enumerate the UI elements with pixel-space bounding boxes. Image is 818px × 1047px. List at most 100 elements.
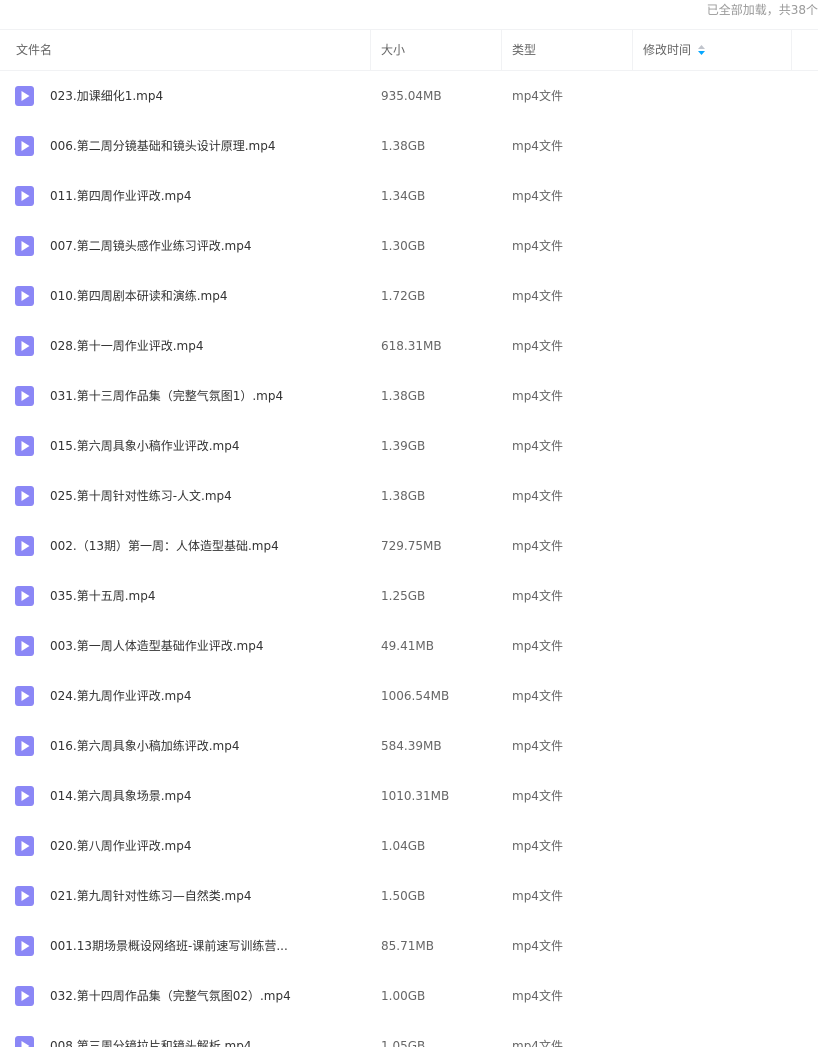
video-file-icon	[15, 336, 34, 356]
file-type: mp4文件	[512, 339, 563, 353]
file-row[interactable]: 016.第六周具象小稿加练评改.mp4 584.39MB mp4文件	[0, 721, 818, 771]
file-row[interactable]: 003.第一周人体造型基础作业评改.mp4 49.41MB mp4文件	[0, 621, 818, 671]
column-header-modified[interactable]: 修改时间	[633, 30, 792, 70]
file-name[interactable]: 016.第六周具象小稿加练评改.mp4	[50, 721, 239, 771]
file-type: mp4文件	[512, 1039, 563, 1047]
file-row[interactable]: 024.第九周作业评改.mp4 1006.54MB mp4文件	[0, 671, 818, 721]
video-file-icon	[15, 836, 34, 856]
file-name[interactable]: 010.第四周剧本研读和演练.mp4	[50, 271, 227, 321]
file-size: 1.04GB	[381, 839, 426, 853]
file-name[interactable]: 028.第十一周作业评改.mp4	[50, 321, 203, 371]
video-file-icon	[15, 736, 34, 756]
video-file-icon	[15, 286, 34, 306]
file-type: mp4文件	[512, 639, 563, 653]
file-name[interactable]: 023.加课细化1.mp4	[50, 71, 163, 121]
file-row[interactable]: 015.第六周具象小稿作业评改.mp4 1.39GB mp4文件	[0, 421, 818, 471]
file-name[interactable]: 024.第九周作业评改.mp4	[50, 671, 191, 721]
file-row[interactable]: 006.第二周分镜基础和镜头设计原理.mp4 1.38GB mp4文件	[0, 121, 818, 171]
file-name[interactable]: 031.第十三周作品集（完整气氛图1）.mp4	[50, 371, 283, 421]
file-size: 1.34GB	[381, 189, 426, 203]
video-file-icon	[15, 986, 34, 1006]
file-row[interactable]: 010.第四周剧本研读和演练.mp4 1.72GB mp4文件	[0, 271, 818, 321]
load-status-text: 已全部加载，共38个	[706, 3, 818, 17]
file-type: mp4文件	[512, 439, 563, 453]
file-type: mp4文件	[512, 839, 563, 853]
file-name[interactable]: 015.第六周具象小稿作业评改.mp4	[50, 421, 239, 471]
file-name[interactable]: 035.第十五周.mp4	[50, 571, 155, 621]
column-header-type[interactable]: 类型	[502, 30, 633, 70]
video-file-icon	[15, 1036, 34, 1047]
file-size: 49.41MB	[381, 639, 434, 653]
file-row[interactable]: 025.第十周针对性练习-人文.mp4 1.38GB mp4文件	[0, 471, 818, 521]
file-size: 1.05GB	[381, 1039, 426, 1047]
file-name[interactable]: 032.第十四周作品集（完整气氛图02）.mp4	[50, 971, 291, 1021]
column-header-size[interactable]: 大小	[371, 30, 502, 70]
file-name[interactable]: 002.（13期）第一周：人体造型基础.mp4	[50, 521, 279, 571]
sort-toggle-icon[interactable]	[698, 44, 706, 55]
file-type: mp4文件	[512, 489, 563, 503]
file-type: mp4文件	[512, 589, 563, 603]
file-type: mp4文件	[512, 189, 563, 203]
file-name[interactable]: 011.第四周作业评改.mp4	[50, 171, 191, 221]
column-header-modified-label: 修改时间	[643, 43, 692, 57]
file-row[interactable]: 023.加课细化1.mp4 935.04MB mp4文件	[0, 71, 818, 121]
file-name[interactable]: 007.第二周镜头感作业练习评改.mp4	[50, 221, 251, 271]
video-file-icon	[15, 686, 34, 706]
file-list-header: 文件名 大小 类型 修改时间	[0, 29, 818, 71]
file-size: 1.38GB	[381, 389, 426, 403]
video-file-icon	[15, 86, 34, 106]
file-name[interactable]: 003.第一周人体造型基础作业评改.mp4	[50, 621, 263, 671]
file-row[interactable]: 007.第二周镜头感作业练习评改.mp4 1.30GB mp4文件	[0, 221, 818, 271]
video-file-icon	[15, 786, 34, 806]
file-row[interactable]: 020.第八周作业评改.mp4 1.04GB mp4文件	[0, 821, 818, 871]
file-row[interactable]: 031.第十三周作品集（完整气氛图1）.mp4 1.38GB mp4文件	[0, 371, 818, 421]
file-type: mp4文件	[512, 289, 563, 303]
file-type: mp4文件	[512, 689, 563, 703]
file-size: 1.00GB	[381, 989, 426, 1003]
file-size: 1006.54MB	[381, 689, 450, 703]
file-size: 1.25GB	[381, 589, 426, 603]
file-size: 584.39MB	[381, 739, 442, 753]
file-size: 935.04MB	[381, 89, 442, 103]
file-type: mp4文件	[512, 239, 563, 253]
video-file-icon	[15, 436, 34, 456]
video-file-icon	[15, 236, 34, 256]
file-type: mp4文件	[512, 989, 563, 1003]
file-size: 1.72GB	[381, 289, 426, 303]
video-file-icon	[15, 636, 34, 656]
file-row[interactable]: 028.第十一周作业评改.mp4 618.31MB mp4文件	[0, 321, 818, 371]
file-size: 1.30GB	[381, 239, 426, 253]
file-size: 618.31MB	[381, 339, 442, 353]
file-row[interactable]: 002.（13期）第一周：人体造型基础.mp4 729.75MB mp4文件	[0, 521, 818, 571]
column-header-name[interactable]: 文件名	[0, 30, 371, 70]
video-file-icon	[15, 186, 34, 206]
file-name[interactable]: 001.13期场景概设网络班-课前速写训练营...	[50, 921, 288, 971]
video-file-icon	[15, 936, 34, 956]
file-row[interactable]: 032.第十四周作品集（完整气氛图02）.mp4 1.00GB mp4文件	[0, 971, 818, 1021]
file-type: mp4文件	[512, 539, 563, 553]
file-type: mp4文件	[512, 789, 563, 803]
video-file-icon	[15, 536, 34, 556]
file-row[interactable]: 021.第九周针对性练习—自然类.mp4 1.50GB mp4文件	[0, 871, 818, 921]
file-type: mp4文件	[512, 939, 563, 953]
file-size: 729.75MB	[381, 539, 442, 553]
file-name[interactable]: 006.第二周分镜基础和镜头设计原理.mp4	[50, 121, 275, 171]
file-name[interactable]: 025.第十周针对性练习-人文.mp4	[50, 471, 232, 521]
video-file-icon	[15, 886, 34, 906]
file-row[interactable]: 035.第十五周.mp4 1.25GB mp4文件	[0, 571, 818, 621]
file-name[interactable]: 020.第八周作业评改.mp4	[50, 821, 191, 871]
file-size: 1.50GB	[381, 889, 426, 903]
file-type: mp4文件	[512, 889, 563, 903]
file-row[interactable]: 001.13期场景概设网络班-课前速写训练营... 85.71MB mp4文件	[0, 921, 818, 971]
file-size: 85.71MB	[381, 939, 434, 953]
video-file-icon	[15, 386, 34, 406]
video-file-icon	[15, 136, 34, 156]
file-type: mp4文件	[512, 739, 563, 753]
video-file-icon	[15, 486, 34, 506]
file-row[interactable]: 014.第六周具象场景.mp4 1010.31MB mp4文件	[0, 771, 818, 821]
file-row[interactable]: 011.第四周作业评改.mp4 1.34GB mp4文件	[0, 171, 818, 221]
file-row[interactable]: 008.第三周分镜拉片和镜头解析.mp4 1.05GB mp4文件	[0, 1021, 818, 1047]
file-name[interactable]: 014.第六周具象场景.mp4	[50, 771, 191, 821]
file-name[interactable]: 008.第三周分镜拉片和镜头解析.mp4	[50, 1021, 251, 1047]
file-name[interactable]: 021.第九周针对性练习—自然类.mp4	[50, 871, 251, 921]
